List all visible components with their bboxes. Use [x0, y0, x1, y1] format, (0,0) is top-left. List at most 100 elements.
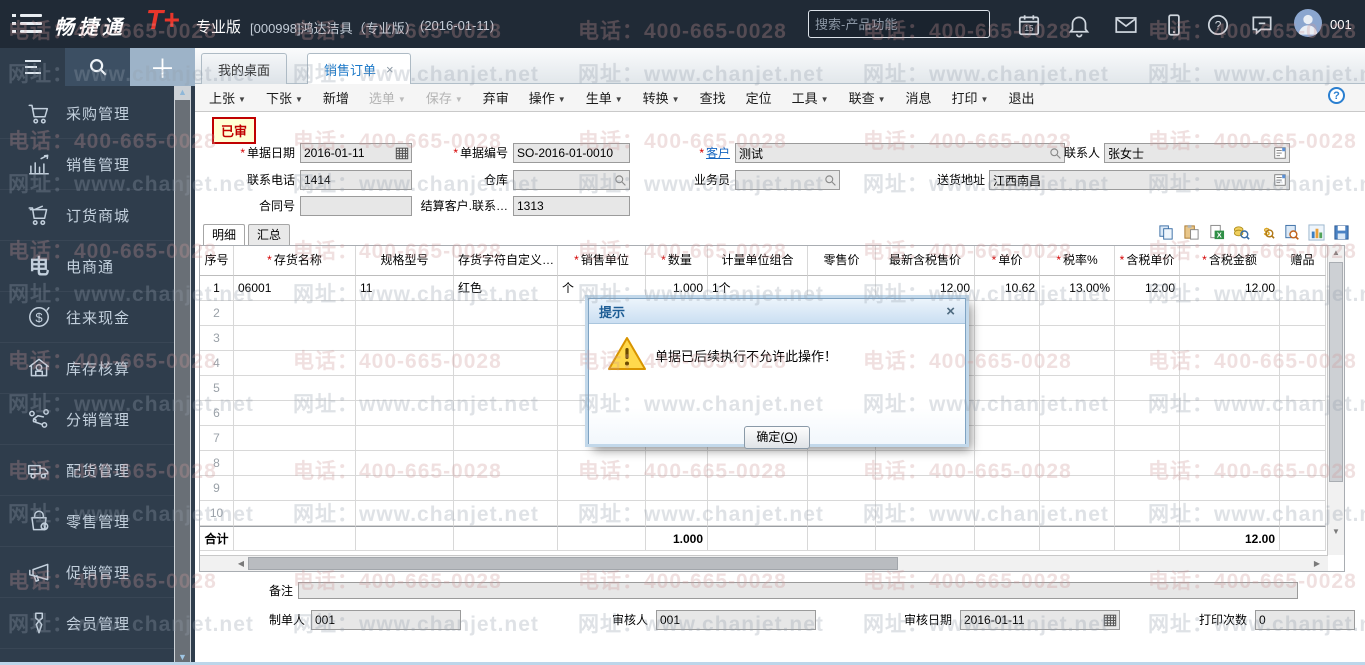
- salesman-input[interactable]: [736, 173, 824, 187]
- table-cell[interactable]: [234, 401, 356, 426]
- table-cell[interactable]: [1180, 376, 1280, 401]
- sidebar-item-mall[interactable]: 订货商城: [0, 190, 174, 241]
- table-cell[interactable]: [1180, 351, 1280, 376]
- toolbar-button-打印[interactable]: 打印 ▼: [952, 88, 989, 107]
- tab-close-icon[interactable]: ×: [386, 62, 394, 77]
- table-cell[interactable]: [234, 301, 356, 326]
- sidebar-item-chart[interactable]: 销售管理: [0, 139, 174, 190]
- creator-field[interactable]: [311, 610, 461, 630]
- table-cell[interactable]: [975, 326, 1040, 351]
- warehouse-input[interactable]: [514, 173, 614, 187]
- row-number-cell[interactable]: 9: [200, 476, 234, 501]
- calendar-picker-icon[interactable]: [1103, 613, 1117, 627]
- table-cell[interactable]: [558, 501, 646, 526]
- warehouse-field[interactable]: [513, 170, 630, 190]
- table-cell[interactable]: 06001: [234, 276, 356, 301]
- row-number-cell[interactable]: 3: [200, 326, 234, 351]
- table-cell[interactable]: [1040, 476, 1115, 501]
- table-cell[interactable]: 11: [356, 276, 454, 301]
- print-count-field[interactable]: [1255, 610, 1355, 630]
- table-cell[interactable]: [356, 326, 454, 351]
- nav-add-icon[interactable]: ＋: [130, 48, 195, 86]
- tab-my-desktop[interactable]: 我的桌面: [201, 53, 288, 84]
- table-cell[interactable]: 13.00%: [1040, 276, 1115, 301]
- toolbar-button-生单[interactable]: 生单 ▼: [586, 88, 623, 107]
- table-cell[interactable]: [1040, 501, 1115, 526]
- table-cell[interactable]: [1040, 426, 1115, 451]
- table-cell[interactable]: [1280, 426, 1326, 451]
- table-cell[interactable]: [356, 351, 454, 376]
- salesman-field[interactable]: [735, 170, 840, 190]
- table-cell[interactable]: [1115, 376, 1180, 401]
- sidebar-item-inventory[interactable]: 库存核算: [0, 343, 174, 394]
- row-number-cell[interactable]: 4: [200, 351, 234, 376]
- contact-field[interactable]: [1104, 143, 1290, 163]
- toolbar-button-退出[interactable]: 退出: [1008, 88, 1034, 107]
- table-cell[interactable]: [975, 401, 1040, 426]
- table-cell[interactable]: [1040, 451, 1115, 476]
- table-cell[interactable]: [1280, 501, 1326, 526]
- customer-link[interactable]: 客户: [706, 146, 730, 160]
- save-layout-icon[interactable]: [1330, 222, 1352, 242]
- table-cell[interactable]: [708, 476, 808, 501]
- table-cell[interactable]: [1115, 451, 1180, 476]
- table-cell[interactable]: [1180, 401, 1280, 426]
- table-cell[interactable]: 红色: [454, 276, 558, 301]
- table-cell[interactable]: [1280, 451, 1326, 476]
- toolbar-button-定位[interactable]: 定位: [746, 88, 772, 107]
- auditor-input[interactable]: [657, 613, 815, 627]
- scroll-up-icon[interactable]: ▲: [1328, 246, 1344, 260]
- address-book-icon[interactable]: [1273, 173, 1287, 187]
- nav-list-icon[interactable]: [0, 48, 65, 86]
- tab-sales-order[interactable]: 销售订单 ×: [307, 53, 411, 85]
- table-cell[interactable]: [1280, 376, 1326, 401]
- table-cell[interactable]: [1280, 326, 1326, 351]
- settle-contact-field[interactable]: [513, 196, 630, 216]
- sidebar-item-ecommerce[interactable]: 电电商通: [0, 241, 174, 292]
- table-cell[interactable]: [454, 426, 558, 451]
- table-cell[interactable]: [1040, 301, 1115, 326]
- table-cell[interactable]: [454, 326, 558, 351]
- table-cell[interactable]: [356, 451, 454, 476]
- scrollbar-thumb[interactable]: [1329, 262, 1343, 482]
- table-cell[interactable]: [454, 301, 558, 326]
- table-cell[interactable]: [646, 451, 708, 476]
- search-box[interactable]: [808, 10, 997, 38]
- table-cell[interactable]: [808, 501, 876, 526]
- address-book-icon[interactable]: [1273, 146, 1287, 160]
- row-number-cell[interactable]: 5: [200, 376, 234, 401]
- tab-summary[interactable]: 汇总: [248, 224, 291, 246]
- row-number-cell[interactable]: 10: [200, 501, 234, 526]
- table-cell[interactable]: [356, 426, 454, 451]
- table-cell[interactable]: [1115, 301, 1180, 326]
- table-cell[interactable]: [234, 501, 356, 526]
- table-cell[interactable]: [975, 451, 1040, 476]
- scroll-left-icon[interactable]: ◀: [234, 556, 248, 571]
- toolbar-button-联查[interactable]: 联查 ▼: [849, 88, 886, 107]
- table-cell[interactable]: [1115, 351, 1180, 376]
- toolbar-button-操作[interactable]: 操作 ▼: [529, 88, 566, 107]
- lookup-magnifier-icon[interactable]: [614, 174, 627, 187]
- chart-icon[interactable]: [1305, 222, 1327, 242]
- table-cell[interactable]: [1115, 326, 1180, 351]
- preview-lookup-icon[interactable]: [1280, 222, 1302, 242]
- auditor-field[interactable]: [656, 610, 816, 630]
- grid-horizontal-scrollbar[interactable]: ◀ ▶: [200, 555, 1328, 571]
- ok-button[interactable]: 确定(O): [744, 426, 810, 449]
- row-number-cell[interactable]: 7: [200, 426, 234, 451]
- table-cell[interactable]: [1040, 351, 1115, 376]
- table-cell[interactable]: [708, 501, 808, 526]
- scroll-up-icon[interactable]: ▲: [174, 87, 191, 99]
- table-cell[interactable]: [1280, 401, 1326, 426]
- table-cell[interactable]: [234, 351, 356, 376]
- mail-icon[interactable]: [1113, 12, 1139, 38]
- dialog-close-icon[interactable]: ×: [946, 304, 955, 319]
- settle-contact-input[interactable]: [514, 199, 629, 213]
- doc-no-field[interactable]: [513, 143, 630, 163]
- table-cell[interactable]: [1180, 476, 1280, 501]
- table-cell[interactable]: [454, 401, 558, 426]
- main-menu-icon[interactable]: [12, 13, 42, 35]
- help-icon[interactable]: ?: [1205, 12, 1231, 38]
- address-input[interactable]: [990, 173, 1273, 187]
- table-cell[interactable]: [558, 476, 646, 501]
